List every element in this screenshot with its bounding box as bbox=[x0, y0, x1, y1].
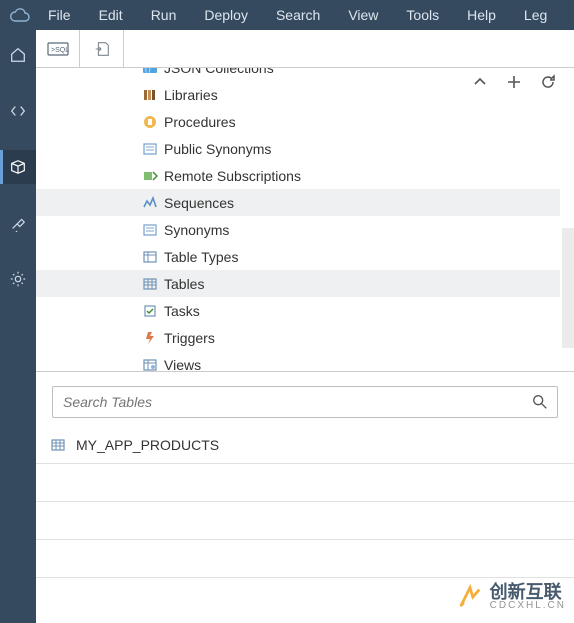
result-row[interactable]: MY_APP_PRODUCTS bbox=[36, 426, 574, 464]
tree-item-views[interactable]: Views bbox=[36, 351, 560, 371]
library-icon bbox=[142, 87, 158, 103]
menu-file[interactable]: File bbox=[34, 0, 85, 30]
tree-item-public-synonyms[interactable]: Public Synonyms bbox=[36, 135, 560, 162]
table-icon bbox=[142, 276, 158, 292]
synonym-icon bbox=[142, 222, 158, 238]
watermark-text: 创新互联 bbox=[490, 582, 562, 602]
table-icon bbox=[50, 437, 66, 453]
tree-item-label: Sequences bbox=[164, 195, 234, 211]
tree-item-label: Libraries bbox=[164, 87, 218, 103]
sql-console-button[interactable]: >SQL bbox=[36, 30, 80, 68]
search-tables-input[interactable] bbox=[53, 387, 557, 417]
svg-text:>SQL: >SQL bbox=[51, 47, 69, 54]
tree-item-label: Views bbox=[164, 357, 201, 372]
menu-help[interactable]: Help bbox=[453, 0, 510, 30]
tree-item-remote-subscriptions[interactable]: Remote Subscriptions bbox=[36, 162, 560, 189]
tree-item-json-collections[interactable]: { } JSON Collections bbox=[36, 68, 560, 81]
tree-item-synonyms[interactable]: Synonyms bbox=[36, 216, 560, 243]
menu-edit[interactable]: Edit bbox=[85, 0, 137, 30]
tree-item-tables[interactable]: Tables bbox=[36, 270, 560, 297]
tree-item-libraries[interactable]: Libraries bbox=[36, 81, 560, 108]
remote-icon bbox=[142, 168, 158, 184]
sidebar-code-icon[interactable] bbox=[0, 94, 36, 128]
tree-item-label: JSON Collections bbox=[164, 68, 274, 76]
procedure-icon bbox=[142, 114, 158, 130]
file-export-button[interactable] bbox=[80, 30, 124, 68]
menu-search[interactable]: Search bbox=[262, 0, 334, 30]
sidebar-gear-icon[interactable] bbox=[0, 262, 36, 296]
tree-item-tasks[interactable]: Tasks bbox=[36, 297, 560, 324]
watermark: 创新互联 CDCXHL.CN bbox=[456, 583, 566, 611]
trigger-icon bbox=[142, 330, 158, 346]
menu-tools[interactable]: Tools bbox=[392, 0, 453, 30]
result-row-empty bbox=[36, 464, 574, 502]
result-label: MY_APP_PRODUCTS bbox=[76, 437, 219, 453]
menubar: File Edit Run Deploy Search View Tools H… bbox=[0, 0, 574, 30]
synonym-icon bbox=[142, 141, 158, 157]
toolbar: >SQL bbox=[36, 30, 574, 68]
content-area: >SQL { }JSON Collection bbox=[36, 30, 574, 623]
tree-item-label: Table Types bbox=[164, 249, 238, 265]
tree-item-label: Triggers bbox=[164, 330, 215, 346]
tree-item-label: Remote Subscriptions bbox=[164, 168, 301, 184]
search-section bbox=[36, 372, 574, 426]
tabletype-icon bbox=[142, 249, 158, 265]
menu-deploy[interactable]: Deploy bbox=[190, 0, 262, 30]
tree-item-triggers[interactable]: Triggers bbox=[36, 324, 560, 351]
tree-item-procedures[interactable]: Procedures bbox=[36, 108, 560, 135]
tree-item-label: Public Synonyms bbox=[164, 141, 271, 157]
cloud-logo-icon bbox=[4, 7, 34, 23]
result-row-empty bbox=[36, 540, 574, 578]
json-icon: { } bbox=[142, 68, 158, 76]
tree-item-sequences[interactable]: Sequences bbox=[36, 189, 560, 216]
tree-scrollbar[interactable] bbox=[560, 68, 574, 371]
results-list: MY_APP_PRODUCTS 创新互联 CDCXHL.CN bbox=[36, 426, 574, 623]
sidebar-home-icon[interactable] bbox=[0, 38, 36, 72]
menu-legal[interactable]: Leg bbox=[510, 0, 561, 30]
tree-item-table-types[interactable]: Table Types bbox=[36, 243, 560, 270]
view-icon bbox=[142, 357, 158, 372]
catalog-tree: { } JSON Collections Libraries Procedures Pu… bbox=[36, 68, 574, 372]
sidebar-pin-icon[interactable] bbox=[0, 206, 36, 240]
result-row-empty bbox=[36, 502, 574, 540]
tree-item-label: Tables bbox=[164, 276, 204, 292]
sidebar-package-icon[interactable] bbox=[0, 150, 36, 184]
watermark-sub: CDCXHL.CN bbox=[490, 601, 566, 611]
tree-item-label: Tasks bbox=[164, 303, 200, 319]
tree-item-label: Synonyms bbox=[164, 222, 229, 238]
left-sidebar bbox=[0, 30, 36, 623]
tree-item-label: Procedures bbox=[164, 114, 236, 130]
menu-run[interactable]: Run bbox=[137, 0, 191, 30]
task-icon bbox=[142, 303, 158, 319]
svg-text:{ }: { } bbox=[145, 68, 151, 73]
menu-view[interactable]: View bbox=[334, 0, 392, 30]
sequence-icon bbox=[142, 195, 158, 211]
search-tables-input-wrap bbox=[52, 386, 558, 418]
